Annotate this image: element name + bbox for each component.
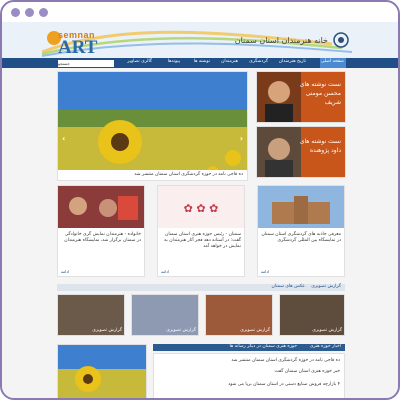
slider-sunflower-photo — [58, 72, 247, 180]
section-title-left[interactable]: عکس های سمنان — [272, 284, 305, 289]
feature-card-bottom[interactable]: نست نوشته های داود پژوهنده — [256, 126, 346, 178]
nav-item-gallery[interactable]: گالری تصاویر — [127, 59, 152, 64]
author-portrait-photo — [257, 72, 301, 122]
bottom-bar-right-title: اخبار حوزه هنری — [309, 344, 341, 349]
section-title-right: گزارش تصویری — [311, 284, 341, 289]
slider-caption[interactable]: ده قاجی نامه در حوزه گردشگری استان سمنان… — [63, 172, 243, 178]
site-title: خانه هنرمندان استان سمنان — [234, 36, 328, 45]
nav-item-links[interactable]: پیوندها — [168, 59, 180, 64]
svg-text:✿ ✿ ✿: ✿ ✿ ✿ — [184, 202, 219, 215]
photo-caption: گزارش تصویری — [312, 328, 342, 333]
slider-prev-arrow-icon[interactable]: ‹ — [62, 134, 65, 143]
search-button[interactable]: جستجو — [58, 59, 70, 67]
photo-caption: گزارش تصویری — [240, 328, 270, 333]
window-dot-icon[interactable] — [11, 8, 20, 17]
site-header: semnan ART خانه هنرمندان استان سمنان — [2, 22, 398, 58]
bottom-section-bar: اخبار حوزه هنری حوزه هنری سمنان در دیگر … — [153, 344, 345, 351]
image-slider[interactable]: ‹ › ده قاجی نامه در حوزه گردشگری استان س… — [57, 71, 248, 181]
author-portrait-photo — [257, 127, 301, 177]
nav-item-artists[interactable]: هنرمندان — [221, 59, 238, 64]
news-thumbnail: ✿ ✿ ✿ — [158, 186, 244, 228]
logo-text-main[interactable]: ART — [58, 37, 97, 58]
feature-card-top[interactable]: نست نوشته های محسن مومنی شریف — [256, 71, 346, 123]
photo-thumb[interactable]: گزارش تصویری — [131, 294, 199, 336]
web-page: semnan ART خانه هنرمندان استان سمنان صفح… — [2, 22, 398, 398]
read-more-link[interactable]: ادامه — [261, 269, 269, 274]
nav-item-tourism[interactable]: گردشگری — [249, 59, 268, 64]
photo-caption: گزارش تصویری — [92, 328, 122, 333]
news-card[interactable]: خانواده - هنرمندان نمایش گری خانوادگی در… — [57, 185, 145, 277]
news-text: معرفی جاذبه های گردشگری استان سمنان در ن… — [261, 232, 341, 243]
bottom-news-list: ده قاجی نامه در حوزه گردشگری استان سمنان… — [153, 353, 345, 398]
news-thumbnail — [58, 186, 144, 228]
bottom-news-item[interactable]: ۴ بازارچه فروش صنایع دستی در استان سمنان… — [200, 382, 340, 388]
read-more-link[interactable]: ادامه — [61, 269, 69, 274]
bottom-left-image[interactable] — [57, 344, 147, 398]
window-dot-icon[interactable] — [25, 8, 34, 17]
news-thumbnail — [258, 186, 344, 228]
photo-caption: گزارش تصویری — [166, 328, 196, 333]
news-text: خانواده - هنرمندان نمایش گری خانوادگی در… — [64, 232, 141, 243]
nav-item-home[interactable]: صفحه اصلی — [321, 59, 344, 64]
photo-thumb[interactable]: گزارش تصویری — [57, 294, 125, 336]
emblem-logo-icon — [333, 32, 349, 48]
main-navbar: صفحه اصلی تاریخ هنرمندان گردشگری هنرمندا… — [2, 58, 398, 68]
sunflower-photo — [58, 345, 146, 398]
bottom-bar-left-title[interactable]: حوزه هنری سمنان در دیگر رسانه ها — [230, 344, 298, 349]
bottom-news-item[interactable]: ده قاجی نامه در حوزه گردشگری استان سمنان… — [200, 358, 340, 364]
feature-title-top[interactable]: نست نوشته های محسن مومنی شریف — [299, 80, 341, 107]
news-card[interactable]: ✿ ✿ ✿ سمنان - رئیس حوزه هنری استان سمنان… — [157, 185, 245, 277]
section-header-bar: گزارش تصویری عکس های سمنان — [57, 284, 345, 291]
read-more-link[interactable]: ادامه — [161, 269, 169, 274]
news-text: سمنان - رئیس حوزه هنری استان سمنان گفت: … — [164, 232, 241, 249]
window-dot-icon[interactable] — [39, 8, 48, 17]
slider-next-arrow-icon[interactable]: › — [240, 134, 243, 143]
search-input[interactable] — [68, 59, 114, 67]
photo-thumb[interactable]: گزارش تصویری — [279, 294, 345, 336]
nav-item-writings[interactable]: نوشته ها — [194, 59, 210, 64]
bottom-news-item[interactable]: خبر حوزه هنری استان سمنان گفت — [200, 369, 340, 375]
news-card[interactable]: معرفی جاذبه های گردشگری استان سمنان در ن… — [257, 185, 345, 277]
feature-title-bottom[interactable]: نست نوشته های داود پژوهنده — [299, 137, 341, 155]
nav-item-artists-history[interactable]: تاریخ هنرمندان — [279, 59, 306, 64]
browser-window: semnan ART خانه هنرمندان استان سمنان صفح… — [0, 0, 400, 400]
photo-thumb[interactable]: گزارش تصویری — [205, 294, 273, 336]
window-titlebar — [2, 2, 398, 22]
